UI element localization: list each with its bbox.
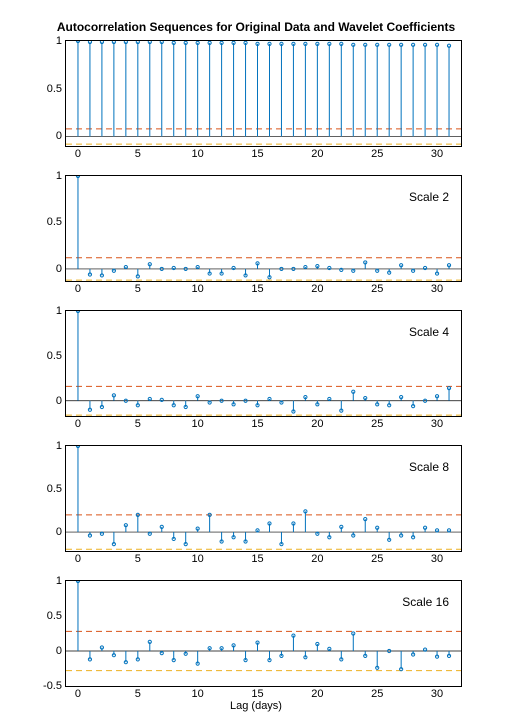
- x-tick-label: 0: [75, 686, 81, 700]
- x-tick-label: 25: [371, 146, 383, 160]
- x-tick-label: 30: [431, 416, 443, 430]
- y-tick-label: 0.5: [47, 216, 66, 228]
- y-tick-label: 0: [56, 395, 66, 407]
- x-tick-label: 15: [251, 146, 263, 160]
- x-tick-label: 5: [135, 686, 141, 700]
- x-tick-label: 5: [135, 416, 141, 430]
- x-tick-label: 30: [431, 146, 443, 160]
- x-tick-label: 20: [311, 686, 323, 700]
- x-tick-label: 10: [192, 146, 204, 160]
- y-tick-label: 1: [56, 440, 66, 452]
- x-tick-label: 15: [251, 551, 263, 565]
- x-tick-label: 0: [75, 281, 81, 295]
- figure: Autocorrelation Sequences for Original D…: [0, 0, 512, 717]
- panel-scale-2: 00.51051015202530Scale 2: [65, 175, 462, 282]
- x-tick-label: 30: [431, 281, 443, 295]
- x-tick-label: 15: [251, 686, 263, 700]
- y-tick-label: 0: [56, 263, 66, 275]
- scale-label: Scale 16: [402, 595, 449, 609]
- x-tick-label: 10: [192, 551, 204, 565]
- y-tick-label: 0: [56, 130, 66, 142]
- scale-label: Scale 8: [409, 460, 449, 474]
- chart-title: Autocorrelation Sequences for Original D…: [0, 20, 512, 34]
- y-tick-label: 1: [56, 35, 66, 47]
- x-tick-label: 25: [371, 281, 383, 295]
- x-tick-label: 10: [192, 281, 204, 295]
- x-tick-label: 0: [75, 551, 81, 565]
- x-tick-label: 25: [371, 416, 383, 430]
- y-tick-label: 1: [56, 170, 66, 182]
- x-tick-label: 25: [371, 686, 383, 700]
- y-tick-label: 0.5: [47, 483, 66, 495]
- x-tick-label: 5: [135, 281, 141, 295]
- panel-scale-8: 00.51051015202530Scale 8: [65, 445, 462, 552]
- x-tick-label: 15: [251, 416, 263, 430]
- y-tick-label: 1: [56, 575, 66, 587]
- x-tick-label: 25: [371, 551, 383, 565]
- y-tick-label: 0.5: [47, 610, 66, 622]
- x-tick-label: 10: [192, 416, 204, 430]
- x-tick-label: 20: [311, 416, 323, 430]
- panel-scale-4: 00.51051015202530Scale 4: [65, 310, 462, 417]
- panel-scale-16: -0.500.51051015202530Scale 16: [65, 580, 462, 687]
- panel-original: 00.51051015202530: [65, 40, 462, 147]
- x-tick-label: 5: [135, 146, 141, 160]
- scale-label: Scale 2: [409, 190, 449, 204]
- y-tick-label: 1: [56, 305, 66, 317]
- x-tick-label: 0: [75, 416, 81, 430]
- x-tick-label: 0: [75, 146, 81, 160]
- x-tick-label: 10: [192, 686, 204, 700]
- scale-label: Scale 4: [409, 325, 449, 339]
- x-tick-label: 20: [311, 281, 323, 295]
- x-tick-label: 30: [431, 551, 443, 565]
- y-tick-label: -0.5: [43, 680, 66, 692]
- x-tick-label: 5: [135, 551, 141, 565]
- y-tick-label: 0: [56, 645, 66, 657]
- x-tick-label: 15: [251, 281, 263, 295]
- y-tick-label: 0: [56, 526, 66, 538]
- x-tick-label: 20: [311, 551, 323, 565]
- x-axis-label: Lag (days): [0, 700, 512, 712]
- x-tick-label: 30: [431, 686, 443, 700]
- x-tick-label: 20: [311, 146, 323, 160]
- y-tick-label: 0.5: [47, 350, 66, 362]
- y-tick-label: 0.5: [47, 83, 66, 95]
